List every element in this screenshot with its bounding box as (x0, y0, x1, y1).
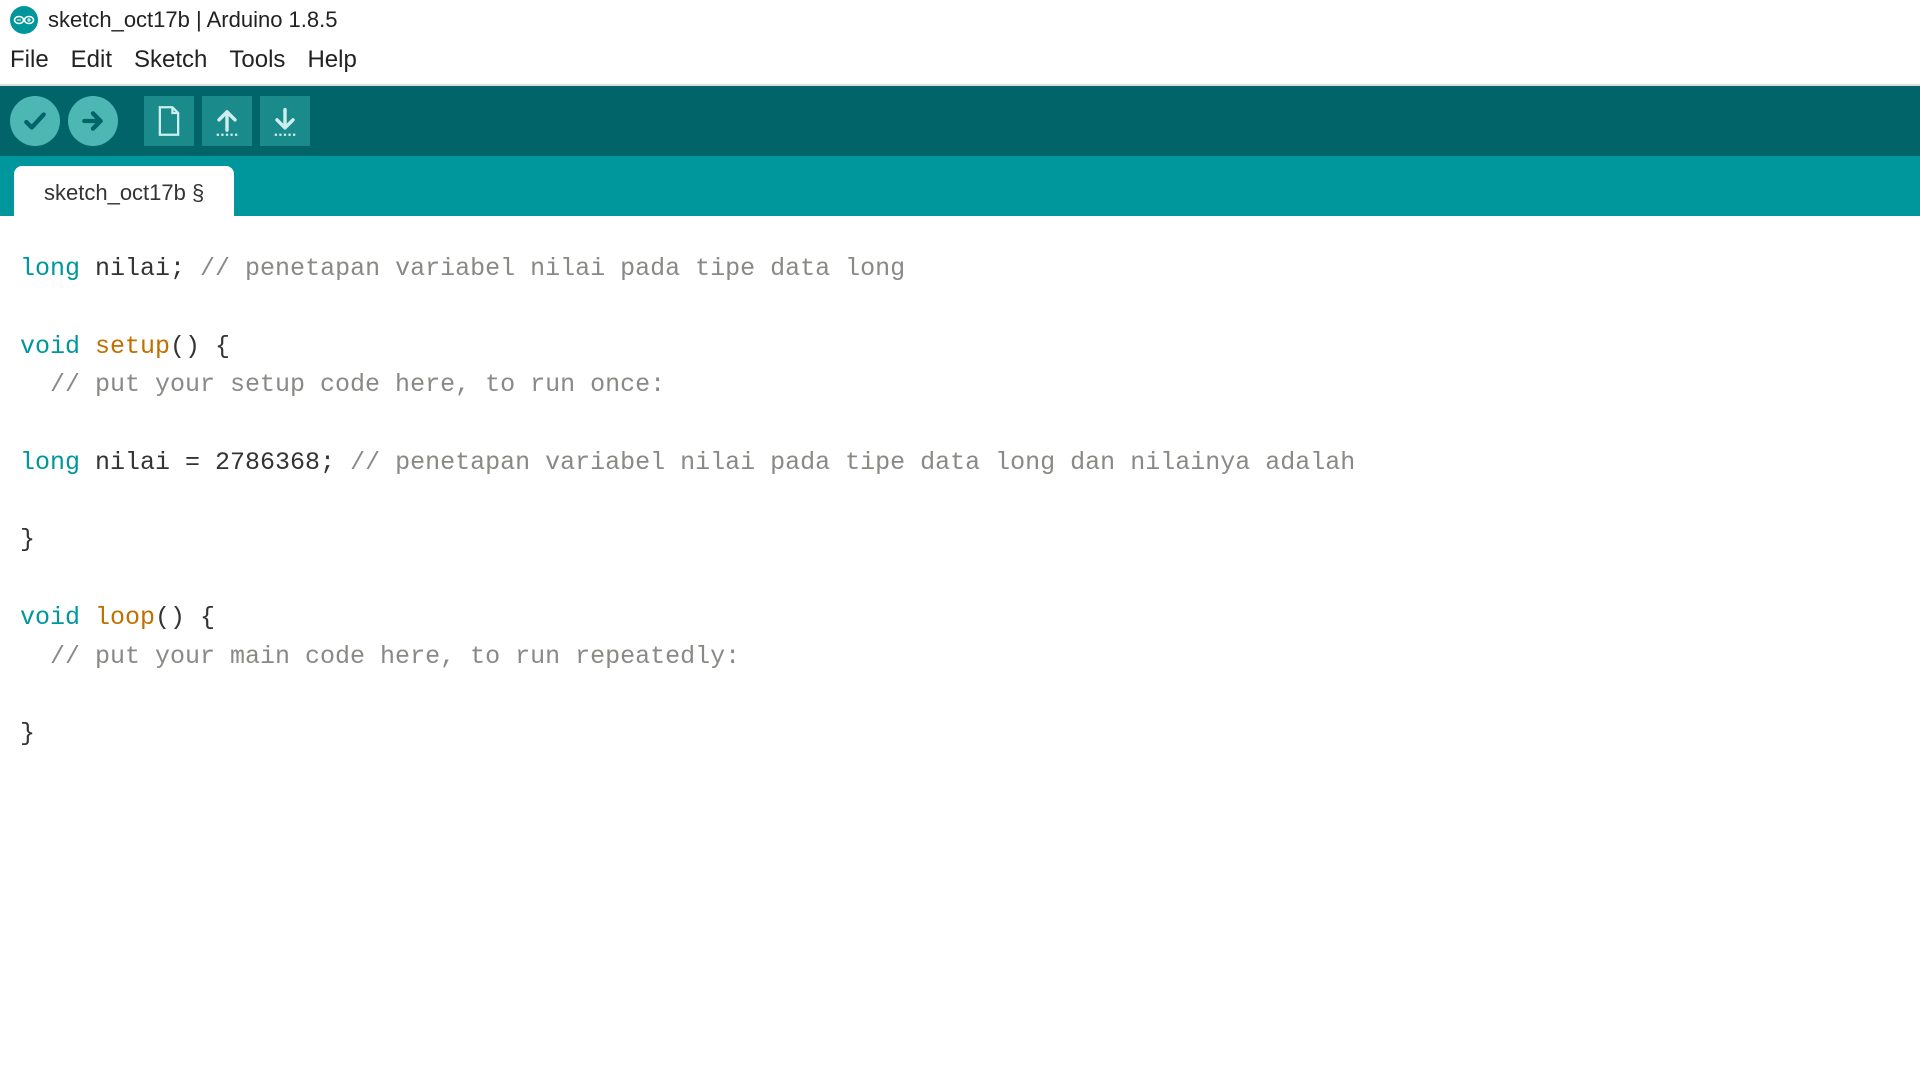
tab-sketch[interactable]: sketch_oct17b § (14, 166, 234, 216)
code-text: nilai = 2786368; (80, 448, 350, 477)
code-keyword: void (20, 332, 80, 361)
menu-file[interactable]: File (10, 46, 49, 74)
open-sketch-button[interactable] (202, 96, 252, 146)
window-titlebar: sketch_oct17b | Arduino 1.8.5 (0, 0, 1920, 40)
arrow-down-icon (271, 105, 299, 137)
code-comment: // penetapan variabel nilai pada tipe da… (200, 254, 905, 283)
code-keyword: long (20, 448, 80, 477)
code-text: () { (155, 603, 215, 632)
new-sketch-button[interactable] (144, 96, 194, 146)
save-sketch-button[interactable] (260, 96, 310, 146)
upload-button[interactable] (68, 96, 118, 146)
menubar: File Edit Sketch Tools Help (0, 40, 1920, 86)
code-editor[interactable]: long nilai; // penetapan variabel nilai … (0, 216, 1920, 788)
file-icon (155, 105, 183, 137)
code-text: () { (170, 332, 230, 361)
code-keyword: void (20, 603, 80, 632)
code-function: loop (95, 603, 155, 632)
window-title: sketch_oct17b | Arduino 1.8.5 (48, 7, 337, 33)
code-text: } (20, 525, 35, 554)
menu-sketch[interactable]: Sketch (134, 46, 207, 74)
arduino-logo-icon (10, 6, 38, 34)
menu-edit[interactable]: Edit (71, 46, 112, 74)
code-text (80, 603, 95, 632)
code-text: } (20, 719, 35, 748)
code-text (80, 332, 95, 361)
code-keyword: long (20, 254, 80, 283)
verify-button[interactable] (10, 96, 60, 146)
arrow-up-icon (213, 105, 241, 137)
arrow-right-icon (80, 108, 106, 134)
code-comment: // put your setup code here, to run once… (20, 370, 665, 399)
tabbar: sketch_oct17b § (0, 156, 1920, 216)
check-icon (22, 108, 48, 134)
code-text: nilai; (80, 254, 200, 283)
code-function: setup (95, 332, 170, 361)
code-comment: // penetapan variabel nilai pada tipe da… (350, 448, 1355, 477)
menu-help[interactable]: Help (307, 46, 356, 74)
toolbar (0, 86, 1920, 156)
menu-tools[interactable]: Tools (229, 46, 285, 74)
code-comment: // put your main code here, to run repea… (20, 642, 740, 671)
